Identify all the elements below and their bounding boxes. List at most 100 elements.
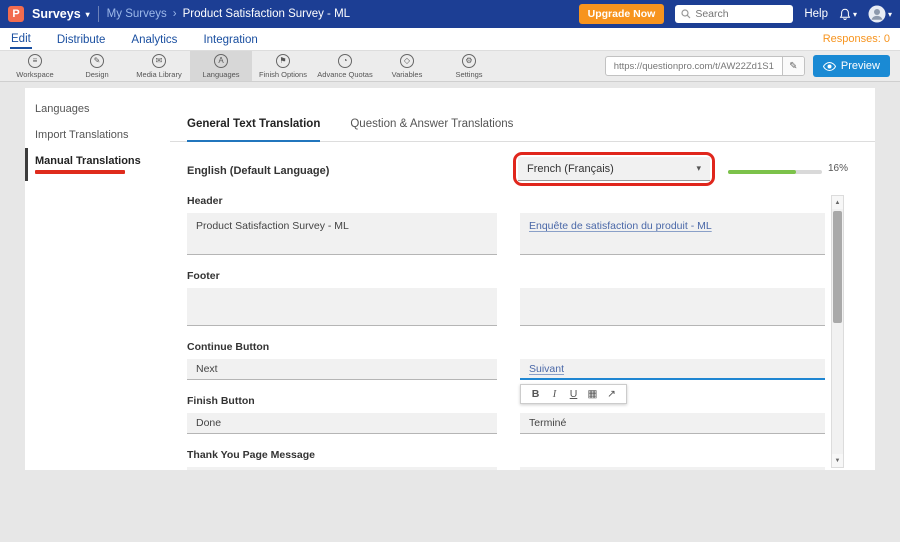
settings-icon: ⚙ [462,54,476,68]
top-bar: P Surveys ▾ My Surveys › Product Satisfa… [0,0,900,28]
source-language-label: English (Default Language) [187,165,329,177]
field-row-thank-you-message: Thank You Page Message [170,449,875,470]
edit-toolbar: ≡ Workspace ✎ Design ✉ Media Library A L… [0,51,900,82]
scrollbar-track[interactable] [832,209,843,454]
tab-analytics[interactable]: Analytics [130,31,178,48]
format-toolbar: B I U ▦ ↗ [520,384,627,404]
tab-edit[interactable]: Edit [10,30,32,49]
bell-icon [839,8,851,21]
scrollbar-thumb[interactable] [833,211,842,323]
field-label: Footer [187,270,875,282]
upgrade-now-button[interactable]: Upgrade Now [579,4,665,24]
languages-panel: Languages Import Translations Manual Tra… [25,88,875,470]
design-icon: ✎ [90,54,104,68]
toolbar-right-group: https://questionpro.com/t/AW22Zd1S1 ✎ Pr… [605,51,900,81]
chevron-down-icon: ▾ [853,10,857,19]
media-library-icon: ✉ [152,54,166,68]
toolbar-item-variables[interactable]: ◇ Variables [376,51,438,81]
languages-icon: A [214,54,228,68]
breadcrumb: My Surveys › Product Satisfaction Survey… [107,8,350,20]
advance-quotas-icon: ◔ [338,54,352,68]
questionpro-logo-icon: P [8,6,24,22]
continue-source-input[interactable]: Next [187,359,497,380]
footer-target-textarea[interactable] [520,288,825,326]
chevron-down-icon: ▾ [696,163,701,174]
avatar [868,5,886,23]
breadcrumb-my-surveys[interactable]: My Surveys [107,8,167,20]
chevron-down-icon: ▾ [86,10,90,19]
toolbar-item-workspace[interactable]: ≡ Workspace [4,51,66,81]
survey-url[interactable]: https://questionpro.com/t/AW22Zd1S1 [606,61,782,72]
translation-progress-bar [728,170,822,174]
survey-url-box: https://questionpro.com/t/AW22Zd1S1 ✎ [605,56,805,76]
tab-question-answer-translations[interactable]: Question & Answer Translations [350,118,513,141]
account-menu[interactable]: ▾ [868,5,892,23]
finish-target-input[interactable]: Terminé [520,413,825,434]
italic-button[interactable]: I [545,389,564,400]
notifications-menu[interactable]: ▾ [839,8,857,21]
surveys-menu-label: Surveys [32,7,81,21]
eye-icon [823,62,836,71]
surveys-menu[interactable]: Surveys ▾ [32,7,90,21]
sidebar-item-manual-translations[interactable]: Manual Translations [25,148,170,181]
underline-button[interactable]: U [564,388,583,400]
header-source-textarea[interactable]: Product Satisfaction Survey - ML [187,213,497,255]
target-language-select[interactable]: French (Français) ▾ [518,157,710,181]
sidebar-item-import-translations[interactable]: Import Translations [25,122,170,148]
scroll-up-button[interactable]: ▲ [832,196,843,209]
finish-source-input[interactable]: Done [187,413,497,434]
language-selection-row: English (Default Language) French (Franç… [170,158,875,184]
annotation-red-box: French (Français) ▾ [513,152,715,186]
translation-progress-fill [728,170,796,174]
page-title: Product Satisfaction Survey - ML [183,8,350,20]
finish-options-icon: ⚑ [276,54,290,68]
insert-image-button[interactable]: ▦ [583,388,602,400]
workspace-icon: ≡ [28,54,42,68]
toolbar-item-advance-quotas[interactable]: ◔ Advance Quotas [314,51,376,81]
thank-you-target-input[interactable] [520,467,825,470]
pencil-icon: ✎ [789,61,797,72]
tab-integration[interactable]: Integration [202,31,258,48]
field-label: Continue Button [187,341,875,353]
preview-button[interactable]: Preview [813,55,890,77]
search-input[interactable] [695,8,787,20]
topbar-right-group: Upgrade Now Help ▾ ▾ [579,4,892,24]
chevron-down-icon: ▾ [888,10,892,19]
languages-sidebar: Languages Import Translations Manual Tra… [25,88,170,470]
translation-progress-percent: 16% [828,163,848,174]
help-link[interactable]: Help [804,8,828,20]
responses-count[interactable]: Responses: 0 [823,33,890,45]
thank-you-source-input[interactable] [187,467,497,470]
field-label: Header [187,195,875,207]
field-row-footer: Footer [170,270,875,326]
content-scrollbar[interactable]: ▲ ▼ [831,195,844,468]
sidebar-item-languages[interactable]: Languages [25,96,170,122]
field-label: Thank You Page Message [187,449,875,461]
main-nav: Edit Distribute Analytics Integration Re… [0,28,900,51]
search-icon [681,9,691,19]
field-row-continue-button: Continue Button Next Suivant B I U ▦ ↗ [170,341,875,380]
edit-url-button[interactable]: ✎ [782,56,804,76]
topbar-divider [98,6,99,22]
toolbar-item-languages[interactable]: A Languages [190,51,252,81]
toolbar-item-finish-options[interactable]: ⚑ Finish Options [252,51,314,81]
tab-general-text-translation[interactable]: General Text Translation [187,118,320,142]
toolbar-item-design[interactable]: ✎ Design [66,51,128,81]
target-language-value: French (Français) [527,163,614,175]
continue-target-input[interactable]: Suivant [520,359,825,380]
manual-translations-content: General Text Translation Question & Answ… [170,88,875,470]
variables-icon: ◇ [400,54,414,68]
translation-tabs: General Text Translation Question & Answ… [170,88,875,142]
tab-distribute[interactable]: Distribute [56,31,107,48]
toolbar-item-settings[interactable]: ⚙ Settings [438,51,500,81]
annotation-red-underline [35,170,125,174]
insert-link-button[interactable]: ↗ [602,388,621,400]
search-box[interactable] [675,5,793,23]
bold-button[interactable]: B [526,388,545,400]
footer-source-textarea[interactable] [187,288,497,326]
field-row-header: Header Product Satisfaction Survey - ML … [170,195,875,255]
scroll-down-button[interactable]: ▼ [832,454,843,467]
toolbar-item-media-library[interactable]: ✉ Media Library [128,51,190,81]
external-link-icon: ↗ [607,388,616,400]
header-target-textarea[interactable]: Enquête de satisfaction du produit - ML [520,213,825,255]
